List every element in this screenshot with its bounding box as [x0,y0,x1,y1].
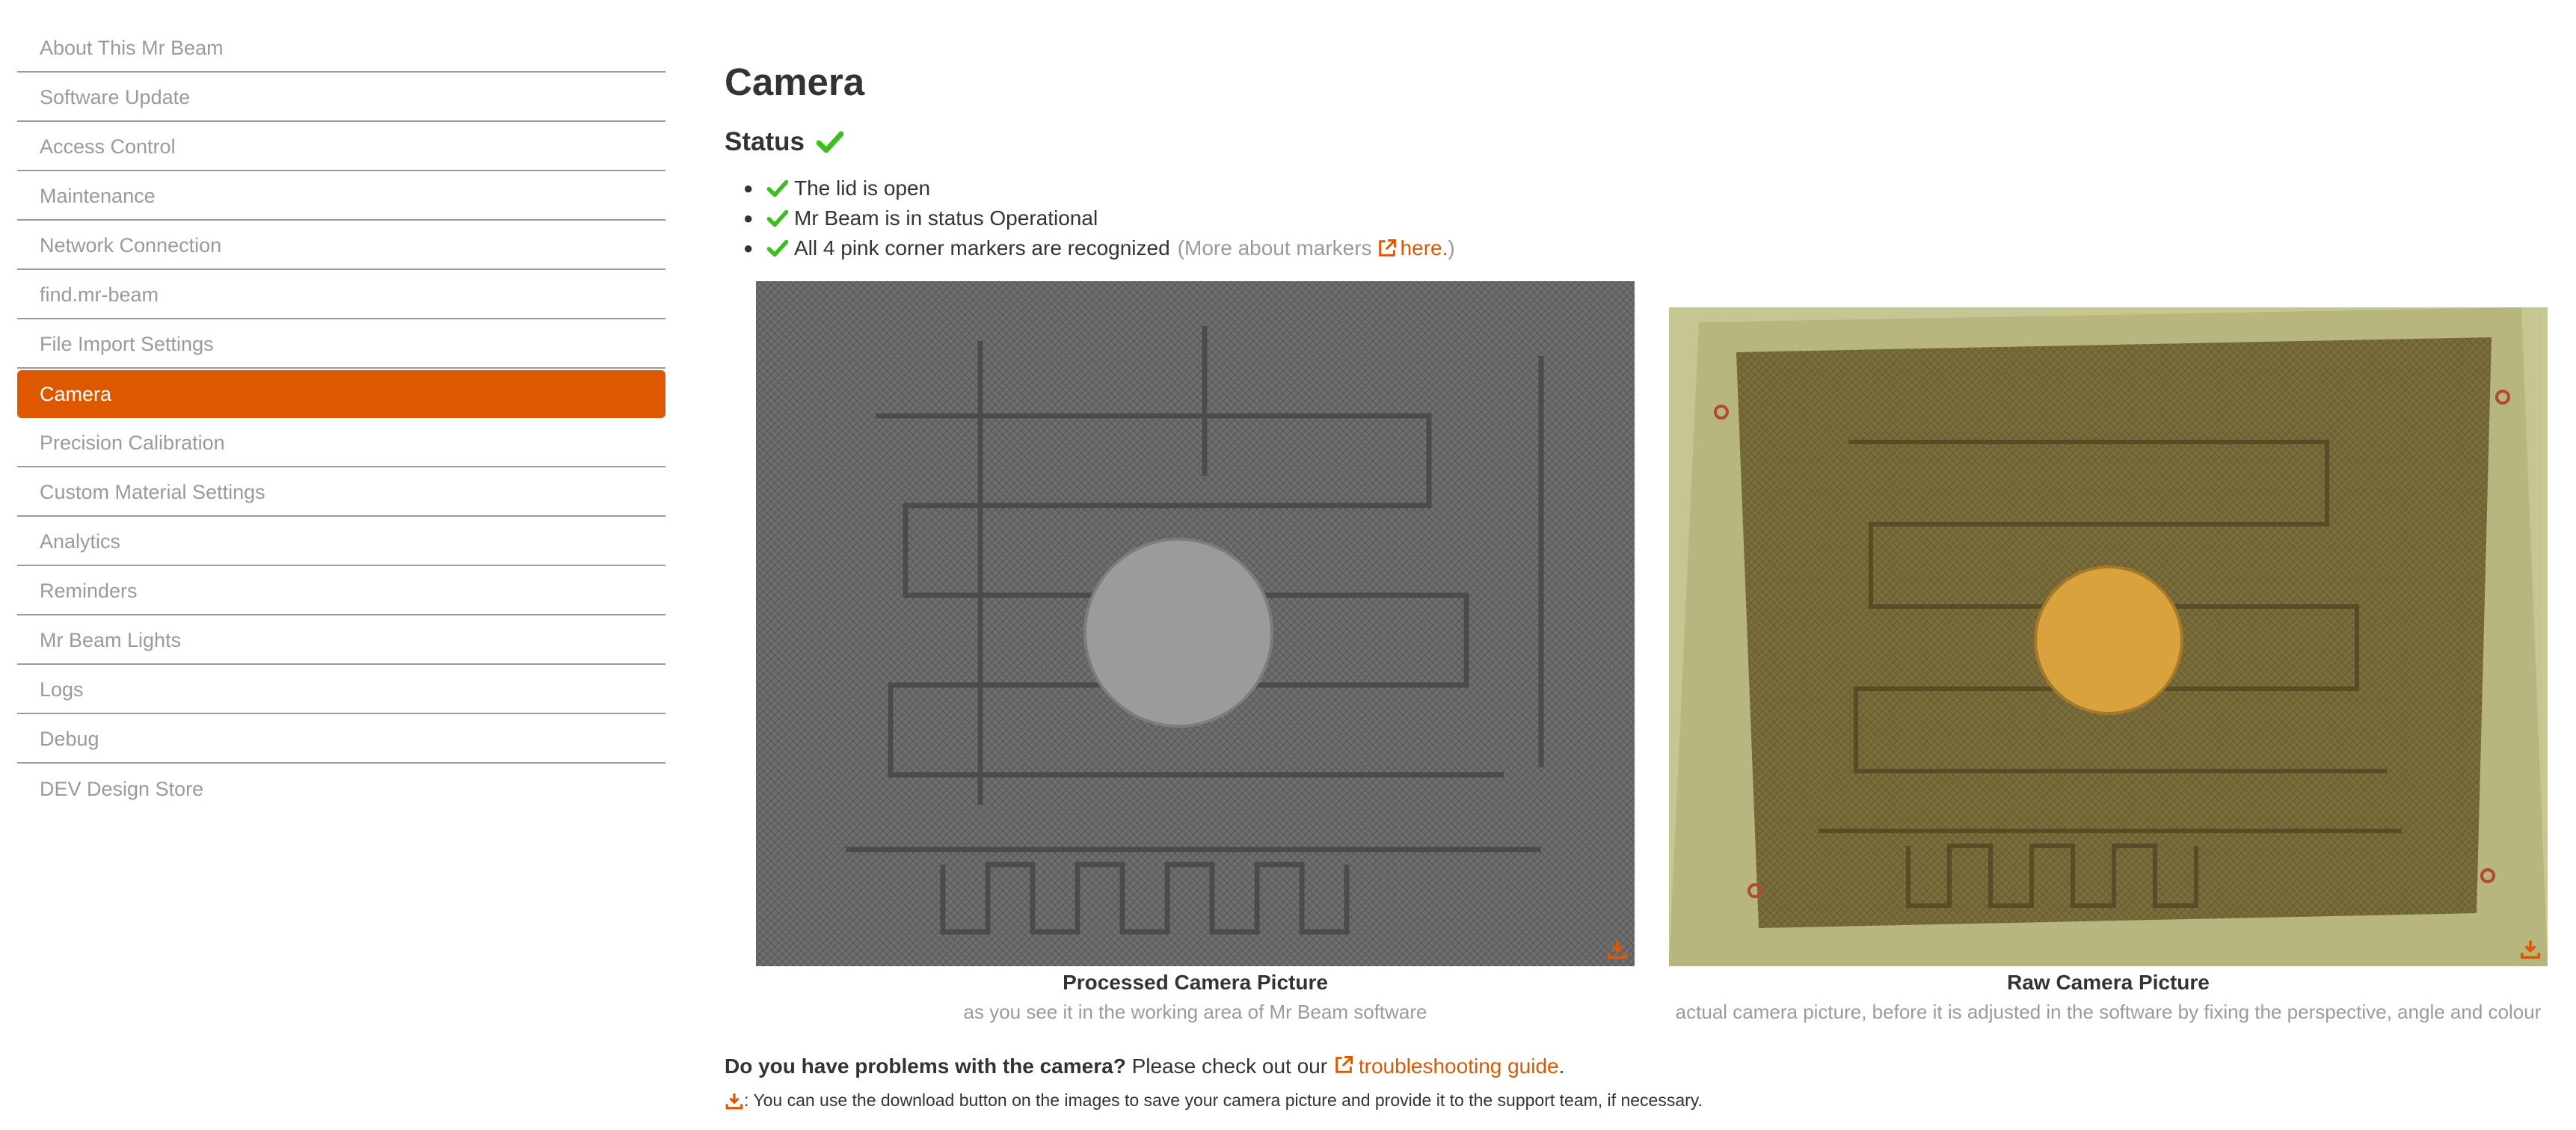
sidebar-item-label: Mr Beam Lights [40,628,182,651]
status-label: Status [725,127,805,156]
sidebar-item-file-import-settings[interactable]: File Import Settings [17,321,665,369]
check-text: The lid is open [794,176,931,200]
list-item: ● All 4 pink corner markers are recogniz… [743,233,1455,263]
sidebar-item-label: Debug [40,727,99,750]
raw-caption: Raw Camera Picture actual camera picture… [1669,971,2548,1024]
sidebar-item-label: Analytics [40,529,121,553]
raw-title: Raw Camera Picture [2007,971,2210,994]
sidebar-item-label: Software Update [40,85,191,108]
sidebar-item-label: find.mr-beam [40,283,159,306]
bullet: ● [743,179,754,197]
download-icon [725,1093,743,1109]
external-link-icon [1378,239,1396,257]
processed-caption: Processed Camera Picture as you see it i… [756,971,1635,1024]
sidebar-item-label: Camera [40,382,112,405]
sidebar-item-dev-design-store[interactable]: DEV Design Store [17,765,665,813]
processed-subtitle: as you see it in the working area of Mr … [963,1001,1427,1023]
sidebar-item-label: Custom Material Settings [40,480,265,503]
help-question: Do you have problems with the camera? [725,1054,1126,1078]
download-note-text: : You can use the download button on the… [744,1090,1703,1110]
check-text: All 4 pink corner markers are recognized [794,236,1170,260]
raw-camera-image [1669,307,2548,966]
sidebar-item-label: File Import Settings [40,332,214,355]
check-text: Mr Beam is in status Operational [794,206,1098,230]
raw-subtitle: actual camera picture, before it is adju… [1675,1001,2542,1023]
check-icon [767,209,788,227]
sidebar-item-network-connection[interactable]: Network Connection [17,222,665,270]
sidebar-item-software-update[interactable]: Software Update [17,74,665,122]
check-icon [767,179,788,197]
download-note: : You can use the download button on the… [725,1090,1703,1111]
sidebar-item-reminders[interactable]: Reminders [17,568,665,615]
markers-link[interactable]: here. [1401,236,1448,260]
sidebar-item-about[interactable]: About This Mr Beam [17,25,665,73]
sidebar-item-label: Logs [40,678,84,701]
status-heading: Status [725,127,843,157]
settings-sidebar: About This Mr Beam Software Update Acces… [17,25,665,814]
sidebar-item-label: About This Mr Beam [40,36,224,59]
sidebar-item-access-control[interactable]: Access Control [17,123,665,171]
markers-note: (More about markers [1177,236,1372,260]
help-text: Do you have problems with the camera? Pl… [725,1054,1564,1078]
sidebar-item-analytics[interactable]: Analytics [17,518,665,566]
processed-title: Processed Camera Picture [1063,971,1328,994]
page-title: Camera [725,61,865,103]
sidebar-item-camera[interactable]: Camera [17,370,665,418]
help-text-body: Please check out our [1125,1054,1333,1078]
troubleshooting-link[interactable]: troubleshooting guide [1359,1054,1559,1078]
sidebar-item-precision-calibration[interactable]: Precision Calibration [17,420,665,467]
processed-camera-picture [756,281,1635,966]
list-item: ● The lid is open [743,174,1455,203]
sidebar-item-label: Reminders [40,579,138,602]
sidebar-item-label: Precision Calibration [40,431,225,454]
bullet: ● [743,239,754,257]
help-end: . [1558,1054,1565,1078]
sidebar-item-find-mr-beam[interactable]: find.mr-beam [17,271,665,319]
list-item: ● Mr Beam is in status Operational [743,203,1455,233]
sidebar-item-logs[interactable]: Logs [17,666,665,714]
sidebar-item-mr-beam-lights[interactable]: Mr Beam Lights [17,617,665,665]
processed-camera-image [756,281,1635,966]
bullet: ● [743,209,754,227]
status-checklist: ● The lid is open ● Mr Beam is in status… [743,174,1455,263]
download-icon[interactable] [2519,938,2542,960]
sidebar-item-label: Maintenance [40,184,156,207]
sidebar-item-maintenance[interactable]: Maintenance [17,173,665,221]
sidebar-item-label: Network Connection [40,233,222,257]
sidebar-item-custom-material-settings[interactable]: Custom Material Settings [17,469,665,517]
download-icon[interactable] [1606,938,1629,960]
sidebar-item-label: DEV Design Store [40,777,204,800]
raw-camera-picture [1669,307,2548,966]
markers-note-end: ) [1448,236,1455,260]
external-link-icon [1335,1056,1353,1073]
check-icon [816,131,843,153]
check-icon [767,239,788,257]
sidebar-item-debug[interactable]: Debug [17,716,665,764]
sidebar-item-label: Access Control [40,135,176,158]
